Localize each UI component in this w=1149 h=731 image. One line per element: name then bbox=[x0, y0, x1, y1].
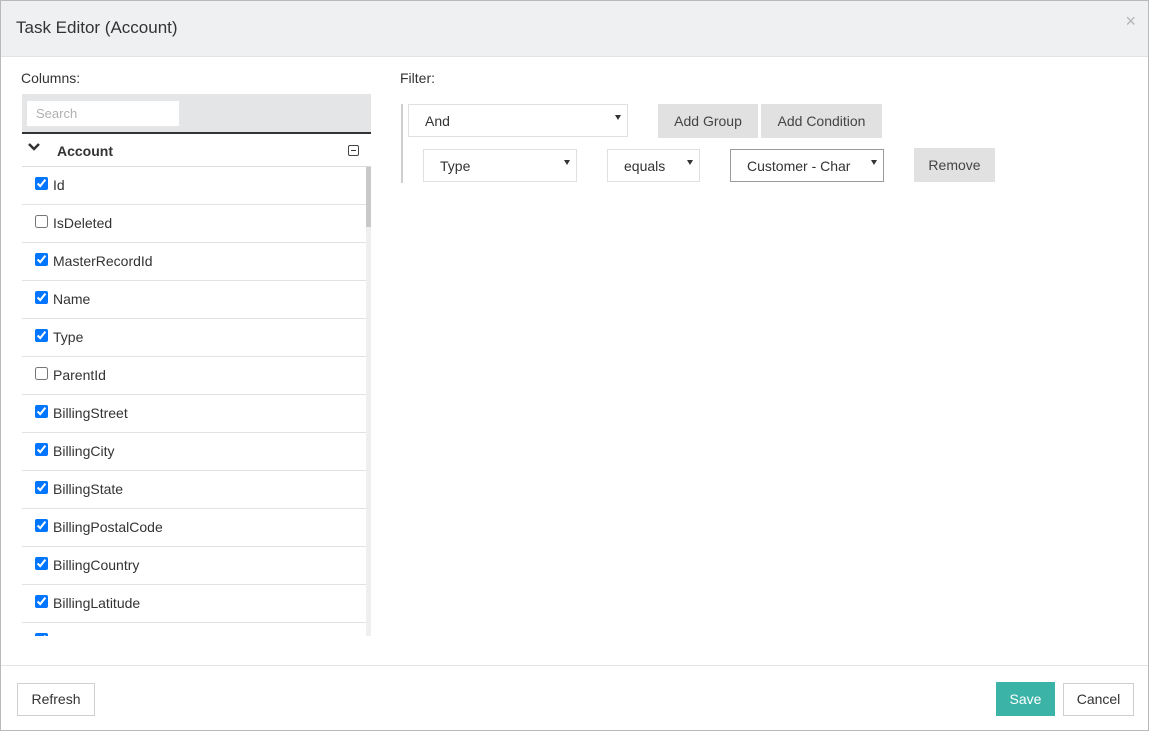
column-row[interactable]: BillingCountry bbox=[22, 547, 367, 585]
column-label: Type bbox=[53, 329, 84, 345]
condition-field-select[interactable]: Type bbox=[423, 149, 577, 182]
column-row[interactable]: BillingLongitude bbox=[22, 623, 367, 636]
column-checkbox[interactable] bbox=[35, 481, 48, 494]
column-label: BillingCountry bbox=[53, 557, 140, 573]
column-label: BillingStreet bbox=[53, 405, 128, 421]
column-checkbox[interactable] bbox=[35, 291, 48, 304]
group-label: Account bbox=[57, 143, 113, 159]
scrollbar-track[interactable] bbox=[366, 167, 371, 636]
add-condition-button[interactable]: Add Condition bbox=[761, 104, 882, 138]
filter-label: Filter: bbox=[400, 70, 435, 86]
columns-search-input[interactable] bbox=[26, 100, 180, 127]
dropdown-arrow-icon bbox=[871, 160, 877, 165]
column-checkbox[interactable] bbox=[35, 443, 48, 456]
condition-operator-select[interactable]: equals bbox=[607, 149, 700, 182]
close-icon[interactable]: × bbox=[1125, 11, 1136, 31]
filter-group-bracket bbox=[401, 104, 403, 183]
dialog-header: Task Editor (Account) × bbox=[1, 1, 1148, 57]
column-row[interactable]: Name bbox=[22, 281, 367, 319]
column-label: BillingLongitude bbox=[53, 633, 152, 636]
condition-field-value: Type bbox=[440, 158, 471, 174]
save-button[interactable]: Save bbox=[996, 682, 1055, 716]
column-row[interactable]: BillingPostalCode bbox=[22, 509, 367, 547]
column-label: Id bbox=[53, 177, 65, 193]
column-checkbox[interactable] bbox=[35, 519, 48, 532]
refresh-button[interactable]: Refresh bbox=[17, 683, 95, 716]
logic-select[interactable]: And bbox=[408, 104, 628, 137]
column-row[interactable]: BillingLatitude bbox=[22, 585, 367, 623]
columns-panel: Account Id IsDeleted MasterRecordId Name Typ… bbox=[22, 94, 371, 636]
column-list: Id IsDeleted MasterRecordId Name Type ParentI… bbox=[22, 167, 367, 636]
column-label: ParentId bbox=[53, 367, 106, 383]
condition-operator-value: equals bbox=[624, 158, 666, 174]
column-row[interactable]: BillingCity bbox=[22, 433, 367, 471]
column-row[interactable]: ParentId bbox=[22, 357, 367, 395]
dialog-title: Task Editor (Account) bbox=[16, 18, 178, 37]
dropdown-arrow-icon bbox=[615, 115, 621, 120]
columns-label: Columns: bbox=[21, 70, 81, 86]
chevron-down-icon[interactable] bbox=[28, 141, 40, 153]
column-label: MasterRecordId bbox=[53, 253, 153, 269]
column-label: BillingCity bbox=[53, 443, 115, 459]
column-label: BillingState bbox=[53, 481, 124, 497]
column-checkbox[interactable] bbox=[35, 633, 48, 636]
dropdown-arrow-icon bbox=[564, 160, 570, 165]
column-row[interactable]: BillingStreet bbox=[22, 395, 367, 433]
column-label: BillingLatitude bbox=[53, 595, 141, 611]
logic-select-value: And bbox=[425, 113, 450, 129]
column-label: BillingPostalCode bbox=[53, 519, 163, 535]
remove-condition-button[interactable]: Remove bbox=[914, 148, 995, 182]
scrollbar-thumb[interactable] bbox=[366, 167, 371, 227]
column-checkbox[interactable] bbox=[35, 215, 48, 228]
column-checkbox[interactable] bbox=[35, 595, 48, 608]
column-checkbox[interactable] bbox=[35, 557, 48, 570]
column-row[interactable]: Type bbox=[22, 319, 367, 357]
column-label: Name bbox=[53, 291, 91, 307]
footer-divider bbox=[1, 665, 1148, 666]
column-row[interactable]: Id bbox=[22, 167, 367, 205]
columns-search-bar bbox=[22, 94, 371, 134]
column-label: IsDeleted bbox=[53, 215, 113, 231]
column-checkbox[interactable] bbox=[35, 177, 48, 190]
group-row-account[interactable]: Account bbox=[22, 136, 371, 167]
column-row[interactable]: IsDeleted bbox=[22, 205, 367, 243]
column-checkbox[interactable] bbox=[35, 329, 48, 342]
column-checkbox[interactable] bbox=[35, 367, 48, 380]
condition-value-value: Customer - Char bbox=[747, 158, 851, 174]
column-row[interactable]: MasterRecordId bbox=[22, 243, 367, 281]
cancel-button[interactable]: Cancel bbox=[1063, 683, 1134, 716]
add-group-button[interactable]: Add Group bbox=[658, 104, 758, 138]
dropdown-arrow-icon bbox=[687, 160, 693, 165]
column-row[interactable]: BillingState bbox=[22, 471, 367, 509]
task-editor-dialog: Task Editor (Account) × Columns: Account… bbox=[0, 0, 1149, 731]
column-checkbox[interactable] bbox=[35, 253, 48, 266]
column-checkbox[interactable] bbox=[35, 405, 48, 418]
columns-tree[interactable]: Account Id IsDeleted MasterRecordId Name Typ… bbox=[22, 136, 371, 636]
collapse-all-icon[interactable] bbox=[348, 145, 359, 156]
condition-value-select[interactable]: Customer - Char bbox=[730, 149, 884, 182]
